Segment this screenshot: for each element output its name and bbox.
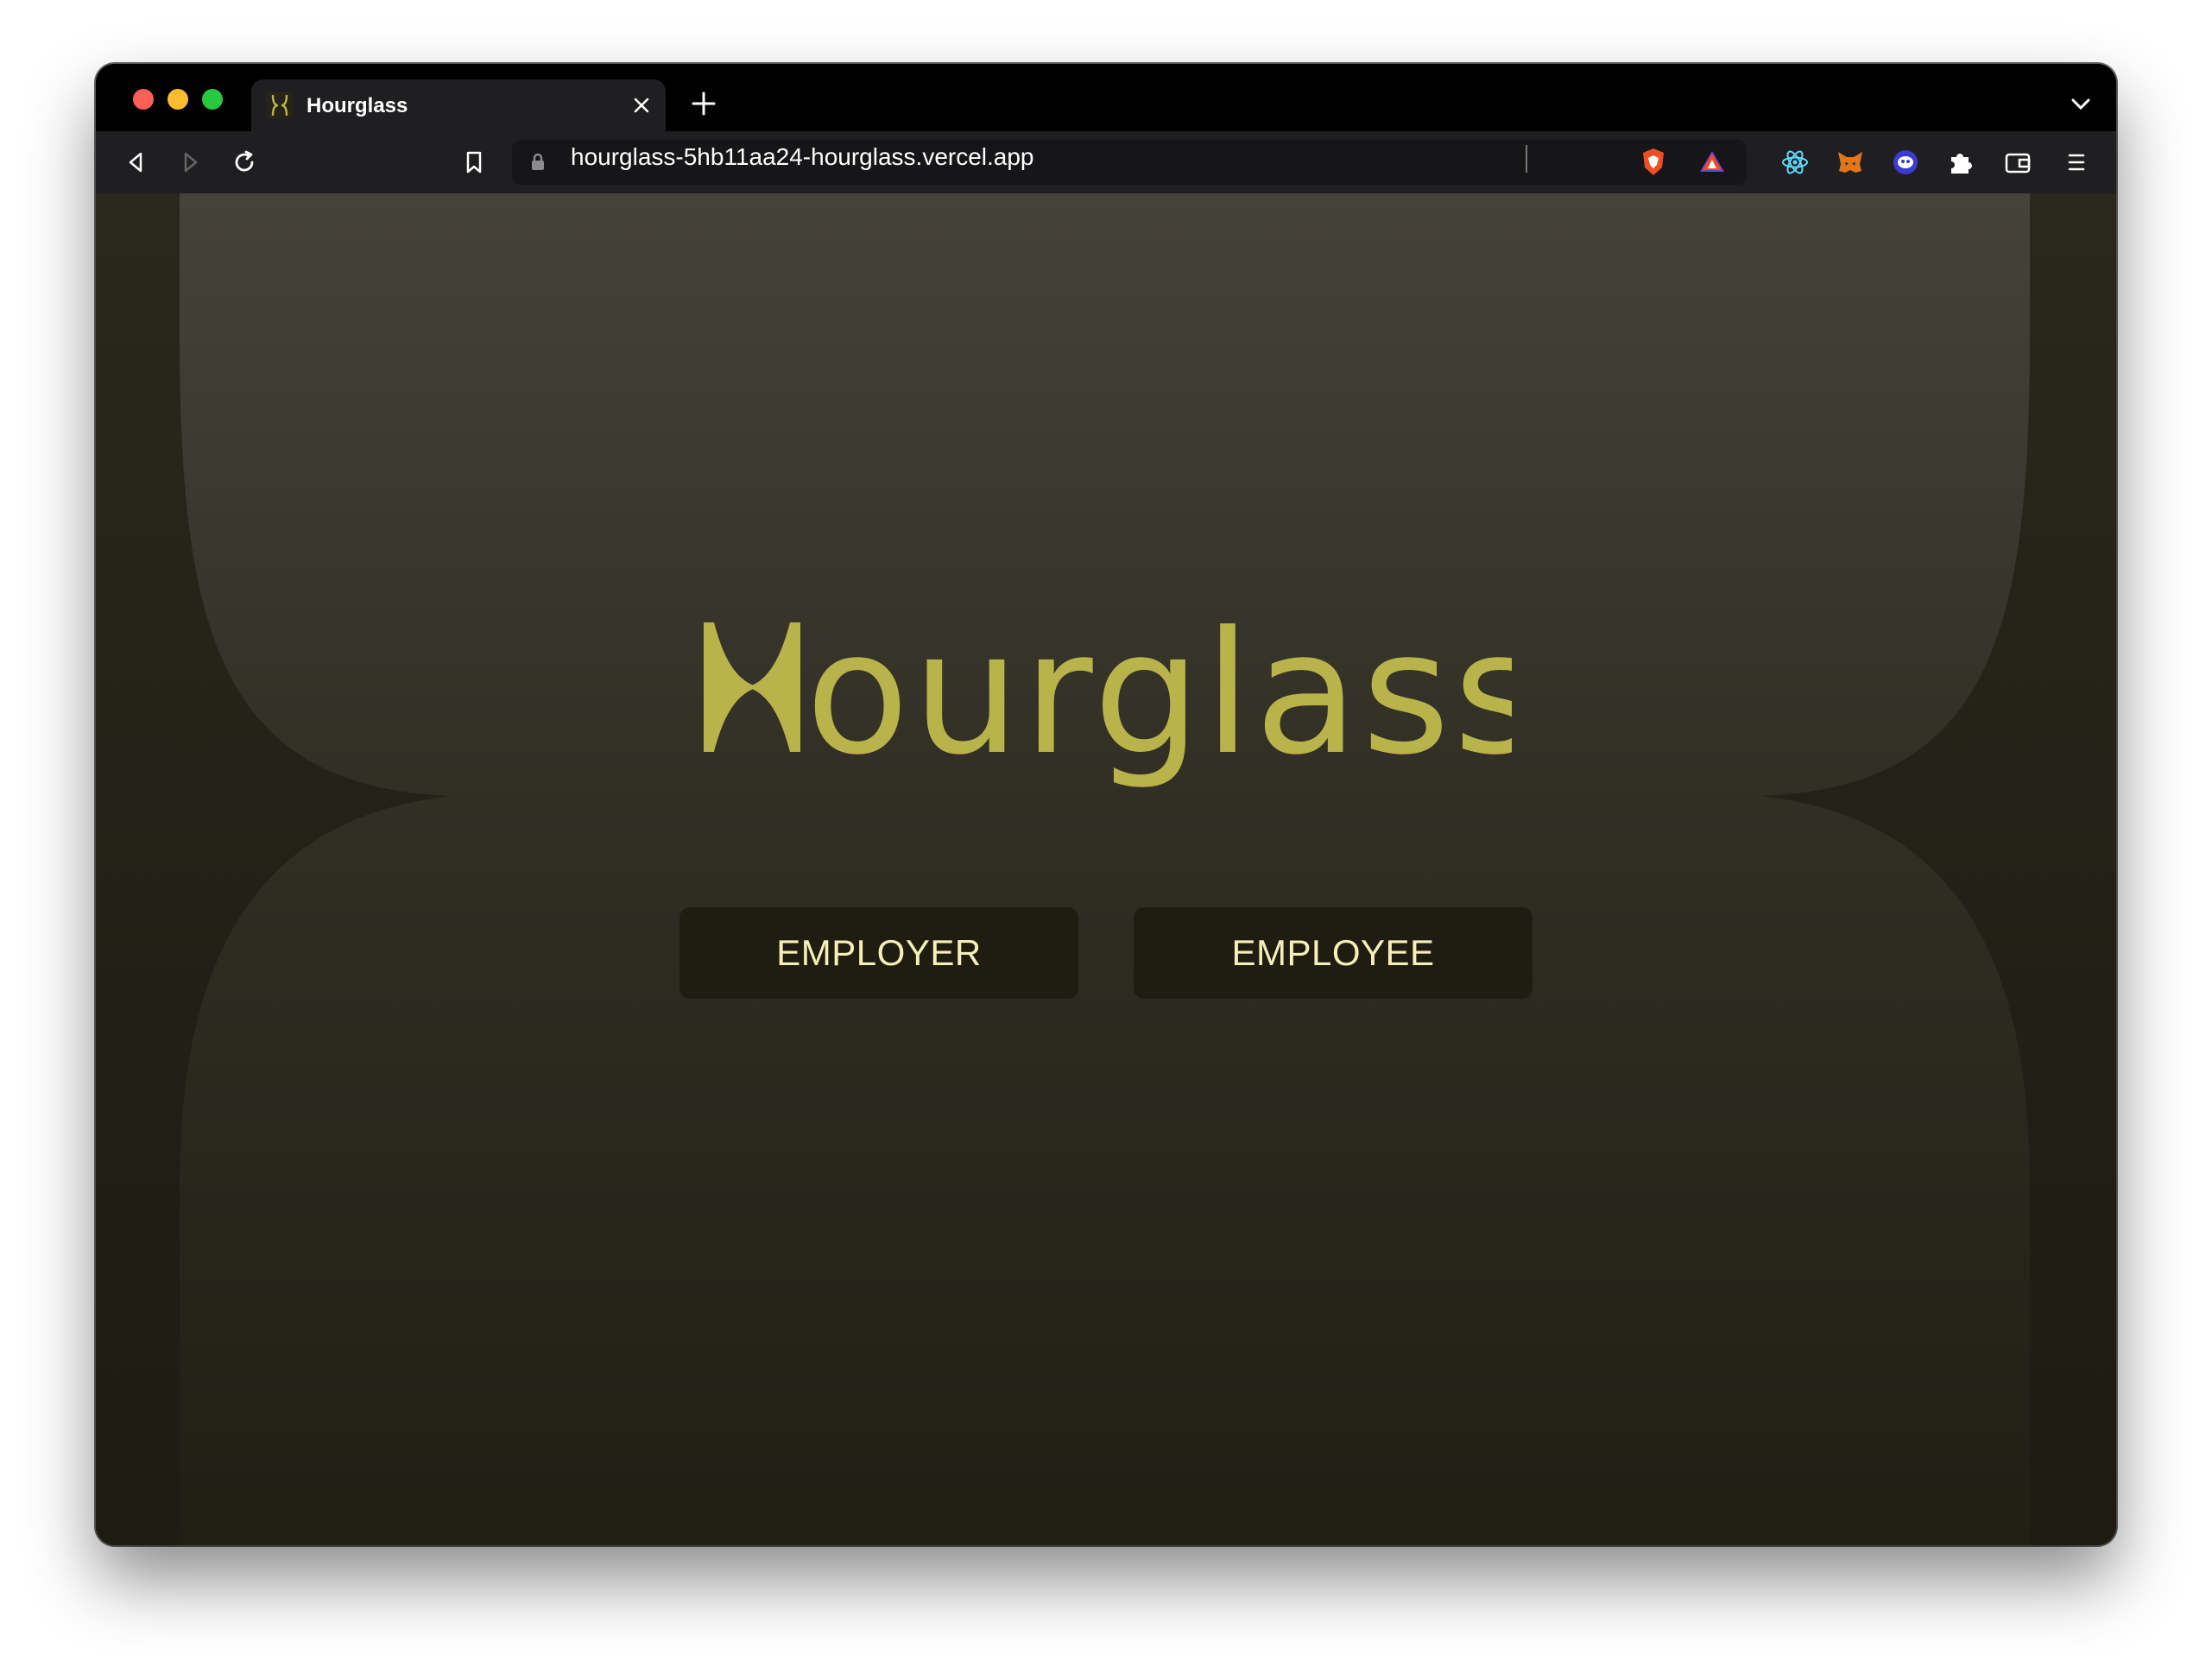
back-icon[interactable] bbox=[120, 147, 151, 178]
logo-text: ourglass bbox=[806, 621, 1512, 792]
tab-strip: Hourglass bbox=[96, 64, 2116, 131]
hourglass-background-shape bbox=[180, 193, 2030, 1545]
hourglass-logo-icon bbox=[266, 92, 294, 119]
menu-icon[interactable] bbox=[2061, 147, 2092, 178]
metamask-icon[interactable] bbox=[1835, 147, 1866, 178]
url-separator bbox=[1526, 145, 1527, 173]
logo-wordmark: ourglass bbox=[704, 621, 1512, 792]
maximize-window-button[interactable] bbox=[202, 89, 223, 110]
react-devtools-icon[interactable] bbox=[1779, 147, 1811, 178]
wallet-icon[interactable] bbox=[2002, 147, 2033, 178]
url-text[interactable]: hourglass-5hb11aa24-hourglass.vercel.app bbox=[571, 143, 1034, 171]
puzzle-icon[interactable] bbox=[1945, 147, 1976, 178]
brave-rewards-icon[interactable] bbox=[1695, 145, 1729, 184]
hourglass-logo: ourglass bbox=[96, 621, 2116, 793]
lock-icon bbox=[529, 152, 547, 177]
brave-shield-icon[interactable] bbox=[1636, 145, 1671, 184]
chevron-down-icon[interactable] bbox=[2070, 97, 2092, 112]
tab-hourglass[interactable]: Hourglass bbox=[251, 79, 666, 131]
new-tab-icon[interactable] bbox=[690, 90, 717, 117]
reload-icon[interactable] bbox=[229, 147, 260, 178]
minimize-window-button[interactable] bbox=[167, 89, 188, 110]
tab-title: Hourglass bbox=[307, 94, 408, 117]
employer-button[interactable]: EMPLOYER bbox=[679, 907, 1078, 999]
forward-icon[interactable] bbox=[175, 147, 206, 178]
employee-button[interactable]: EMPLOYEE bbox=[1134, 907, 1533, 999]
close-window-button[interactable] bbox=[133, 89, 154, 110]
browser-toolbar bbox=[96, 131, 2116, 195]
extension-icon[interactable] bbox=[1890, 147, 1921, 178]
browser-window: Hourglass hourglass-5hb11aa24-hourglass.… bbox=[96, 64, 2116, 1545]
bookmark-icon[interactable] bbox=[458, 147, 490, 178]
close-tab-icon[interactable] bbox=[628, 92, 655, 119]
page-content: ourglass EMPLOYER EMPLOYEE bbox=[96, 193, 2116, 1545]
